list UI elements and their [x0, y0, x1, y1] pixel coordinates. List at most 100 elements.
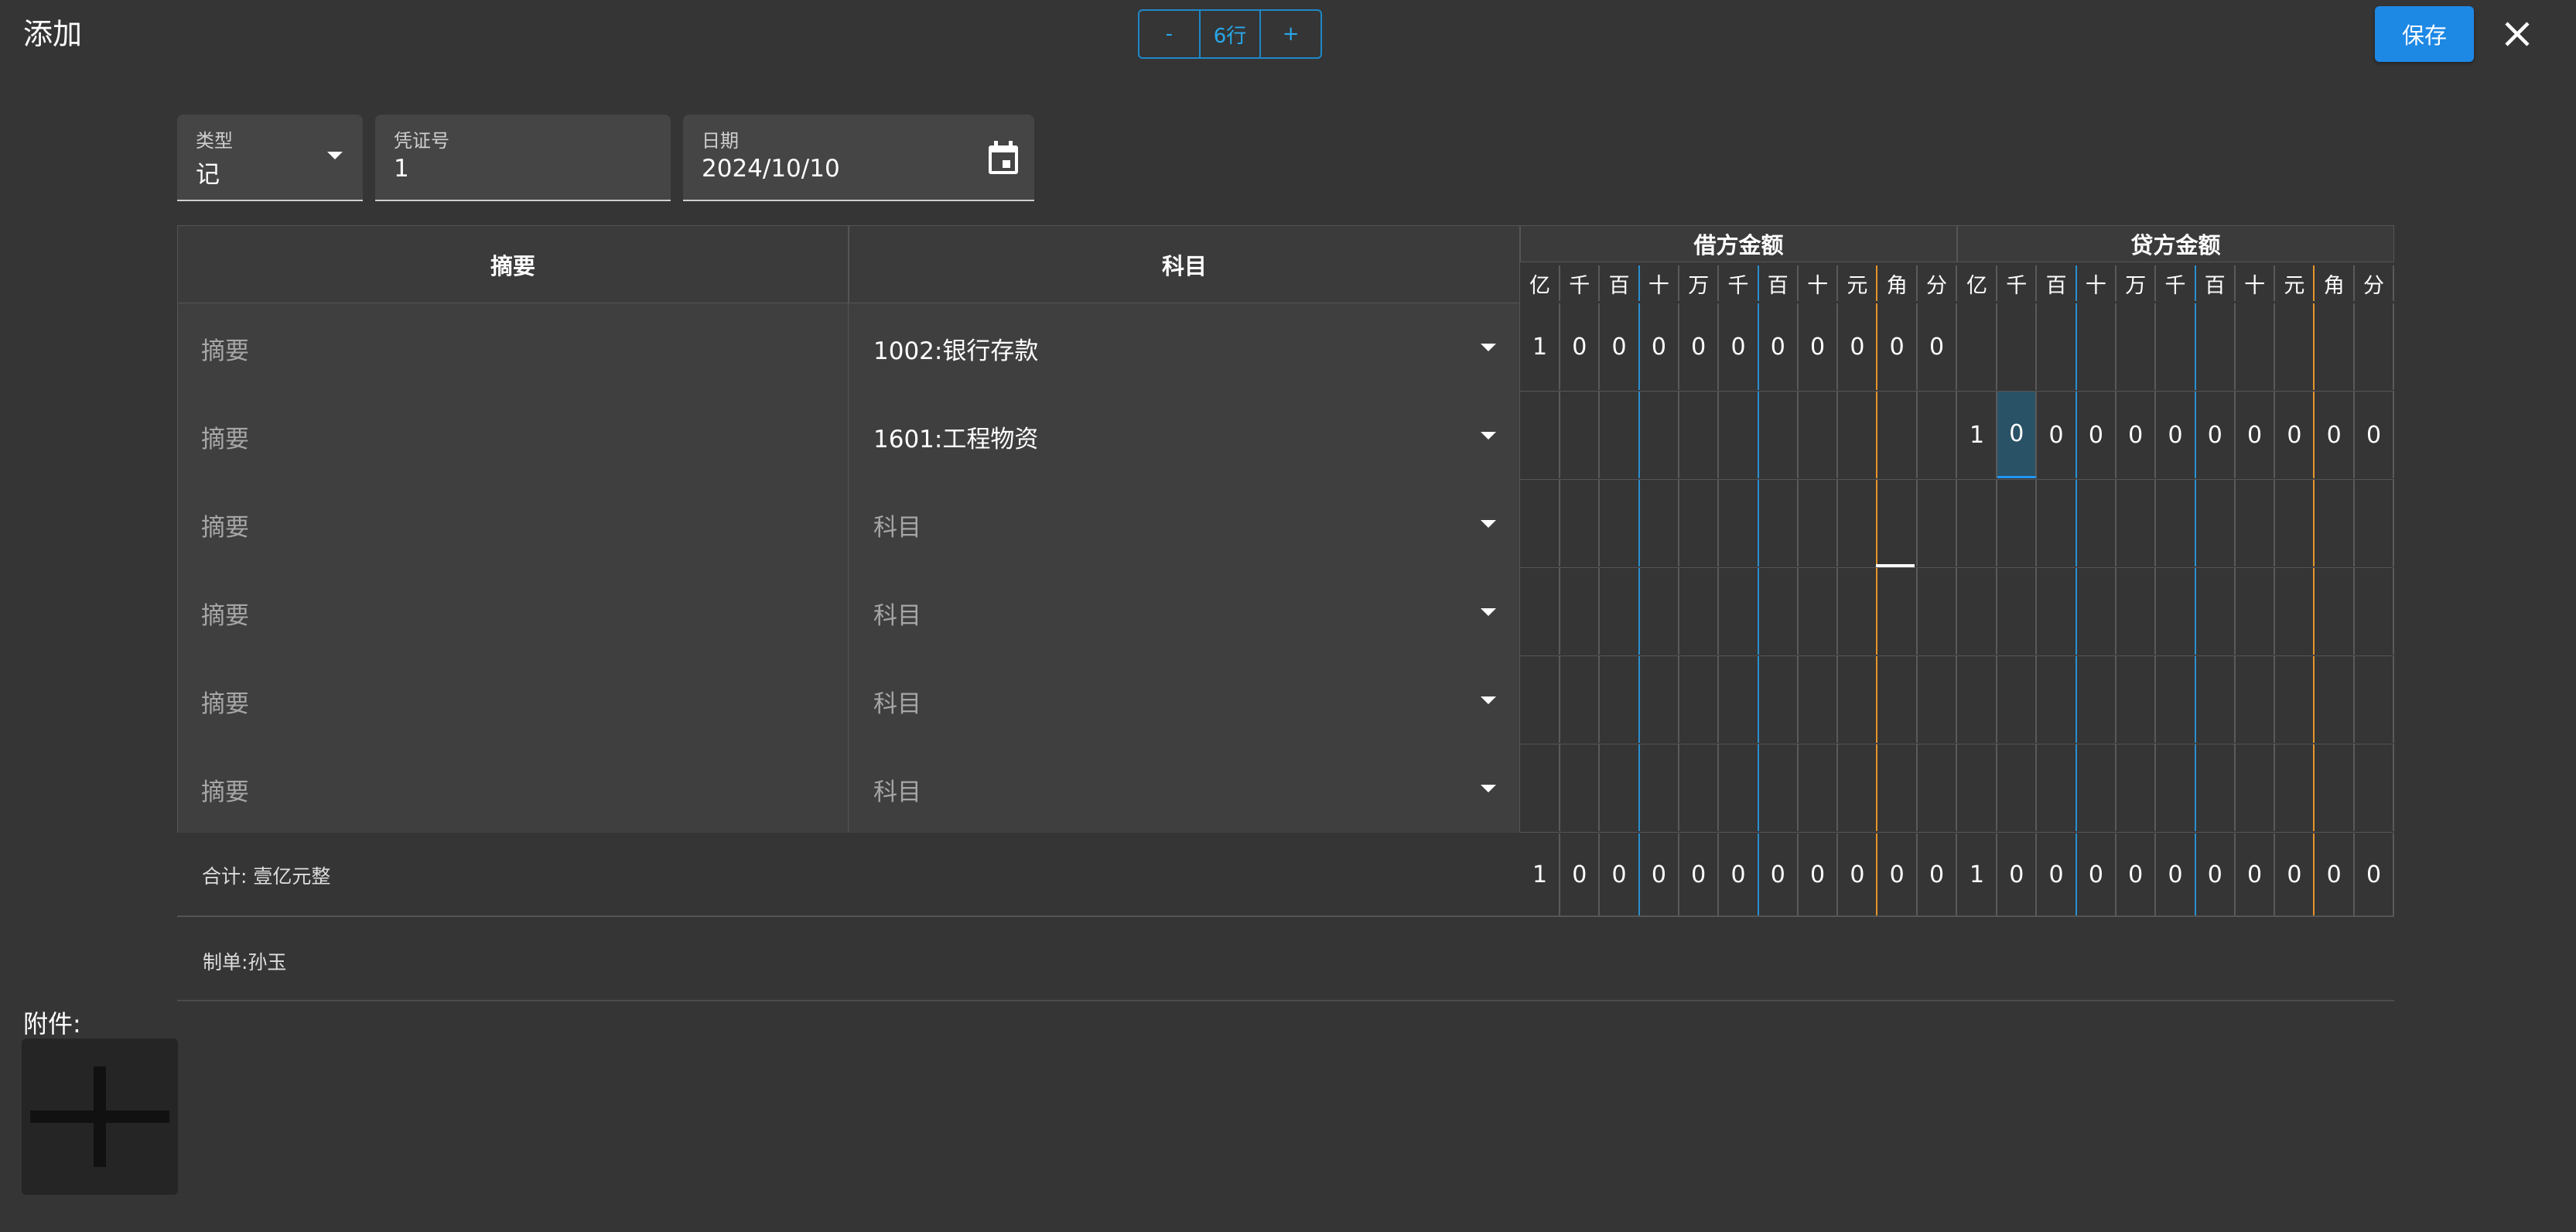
credit-digit-cell[interactable]	[2077, 744, 2116, 831]
debit-digit-cell[interactable]	[1799, 568, 1839, 655]
summary-input[interactable]: 摘要	[177, 744, 849, 833]
debit-digit-cell[interactable]	[1720, 656, 1759, 743]
debit-digit-cell[interactable]	[1679, 656, 1720, 743]
credit-digit-cell[interactable]: 0	[2315, 392, 2355, 478]
credit-digit-cell[interactable]: 0	[2116, 392, 2157, 478]
summary-input[interactable]: 摘要	[177, 392, 849, 480]
credit-digit-cell[interactable]	[2196, 656, 2236, 743]
debit-digit-cell[interactable]: 0	[1918, 303, 1957, 390]
debit-digit-cell[interactable]	[1838, 568, 1878, 655]
debit-digit-cell[interactable]	[1679, 480, 1720, 566]
credit-digit-cell[interactable]	[2077, 656, 2116, 743]
credit-digit-cell[interactable]	[2077, 303, 2116, 390]
debit-digit-cell[interactable]	[1799, 744, 1839, 831]
debit-digit-cell[interactable]: 1	[1521, 303, 1560, 390]
credit-digit-cell[interactable]	[2196, 744, 2236, 831]
debit-digit-cell[interactable]	[1838, 744, 1878, 831]
credit-digit-cell[interactable]	[2355, 480, 2394, 566]
credit-digit-cell[interactable]	[2038, 744, 2077, 831]
debit-digit-cell[interactable]	[1521, 744, 1560, 831]
debit-digit-cell[interactable]	[1560, 744, 1601, 831]
debit-digit-cell[interactable]	[1720, 744, 1759, 831]
debit-digit-cell[interactable]: 0	[1679, 303, 1720, 390]
credit-digit-cell[interactable]	[2038, 568, 2077, 655]
credit-digit-cell[interactable]: 1	[1958, 392, 1997, 478]
debit-digit-cell[interactable]	[1838, 656, 1878, 743]
add-attachment-button[interactable]	[22, 1039, 178, 1195]
credit-digit-cell[interactable]	[1997, 303, 2038, 390]
debit-digit-cell[interactable]	[1838, 480, 1878, 566]
summary-input[interactable]: 摘要	[177, 656, 849, 744]
debit-digit-cell[interactable]	[1601, 656, 1640, 743]
credit-digit-cell[interactable]	[2355, 303, 2394, 390]
credit-digit-cell[interactable]	[2355, 568, 2394, 655]
debit-digit-cell[interactable]: 0	[1640, 303, 1679, 390]
account-select[interactable]: 1601:工程物资	[849, 392, 1520, 480]
credit-digit-cell[interactable]	[2315, 480, 2355, 566]
summary-input[interactable]: 摘要	[177, 568, 849, 656]
credit-digit-cell[interactable]: 0	[2275, 392, 2315, 478]
credit-digit-cell[interactable]: 0	[2157, 392, 2196, 478]
debit-digit-cell[interactable]: 0	[1759, 303, 1799, 390]
debit-digit-cell[interactable]	[1521, 568, 1560, 655]
credit-digit-cell[interactable]	[2116, 656, 2157, 743]
type-select[interactable]: 类型 记	[177, 115, 363, 201]
credit-digit-cell[interactable]	[2038, 480, 2077, 566]
debit-digit-cell[interactable]	[1918, 744, 1957, 831]
credit-digit-cell[interactable]	[1958, 744, 1997, 831]
credit-digit-cell[interactable]	[2275, 744, 2315, 831]
credit-digit-cell[interactable]	[2116, 303, 2157, 390]
debit-digit-cell[interactable]: 0	[1601, 303, 1640, 390]
account-select[interactable]: 科目	[849, 656, 1520, 744]
credit-digit-cell[interactable]: 0	[2355, 392, 2394, 478]
debit-digit-cell[interactable]	[1918, 392, 1957, 478]
credit-digit-cell[interactable]	[2275, 568, 2315, 655]
credit-digit-cell[interactable]	[1958, 303, 1997, 390]
credit-digit-cell[interactable]: 0	[2038, 392, 2077, 478]
debit-digit-cell[interactable]	[1601, 568, 1640, 655]
debit-digit-cell[interactable]: 0	[1720, 303, 1759, 390]
debit-digit-cell[interactable]	[1521, 480, 1560, 566]
credit-digit-cell[interactable]	[2196, 480, 2236, 566]
debit-digit-cell[interactable]	[1560, 656, 1601, 743]
save-button[interactable]: 保存	[2375, 6, 2474, 62]
debit-digit-cell[interactable]	[1640, 744, 1679, 831]
debit-digit-cell[interactable]	[1759, 744, 1799, 831]
debit-digit-cell[interactable]	[1720, 568, 1759, 655]
credit-digit-cell[interactable]	[2315, 656, 2355, 743]
debit-digit-cell[interactable]	[1799, 656, 1839, 743]
debit-digit-cell[interactable]	[1560, 568, 1601, 655]
debit-digit-cell[interactable]	[1759, 392, 1799, 478]
credit-digit-cell[interactable]: 0	[2196, 392, 2236, 478]
debit-digit-cell[interactable]	[1878, 744, 1918, 831]
debit-digit-cell[interactable]: 0	[1560, 303, 1601, 390]
credit-digit-cell[interactable]: 0	[1997, 392, 2038, 478]
debit-digit-cell[interactable]	[1640, 392, 1679, 478]
credit-digit-cell[interactable]	[2315, 303, 2355, 390]
remove-row-button[interactable]: -	[1139, 11, 1199, 57]
summary-input[interactable]: 摘要	[177, 480, 849, 568]
debit-digit-cell[interactable]	[1640, 480, 1679, 566]
credit-digit-cell[interactable]	[2355, 744, 2394, 831]
credit-digit-cell[interactable]	[2236, 656, 2276, 743]
credit-digit-cell[interactable]	[1958, 568, 1997, 655]
debit-digit-cell[interactable]	[1759, 656, 1799, 743]
credit-digit-cell[interactable]	[2038, 303, 2077, 390]
credit-digit-cell[interactable]	[1958, 480, 1997, 566]
debit-digit-cell[interactable]	[1640, 656, 1679, 743]
credit-digit-cell[interactable]	[2038, 656, 2077, 743]
debit-digit-cell[interactable]	[1878, 480, 1918, 566]
credit-digit-cell[interactable]	[1997, 568, 2038, 655]
debit-digit-cell[interactable]	[1918, 568, 1957, 655]
credit-digit-cell[interactable]	[2157, 656, 2196, 743]
voucher-number-field[interactable]: 凭证号 1	[375, 115, 671, 201]
credit-digit-cell[interactable]	[1997, 744, 2038, 831]
debit-digit-cell[interactable]	[1759, 480, 1799, 566]
credit-digit-cell[interactable]	[2236, 744, 2276, 831]
credit-digit-cell[interactable]	[2116, 568, 2157, 655]
debit-digit-cell[interactable]	[1679, 744, 1720, 831]
debit-digit-cell[interactable]	[1521, 656, 1560, 743]
credit-digit-cell[interactable]	[2315, 744, 2355, 831]
debit-digit-cell[interactable]	[1918, 480, 1957, 566]
debit-digit-cell[interactable]	[1679, 392, 1720, 478]
